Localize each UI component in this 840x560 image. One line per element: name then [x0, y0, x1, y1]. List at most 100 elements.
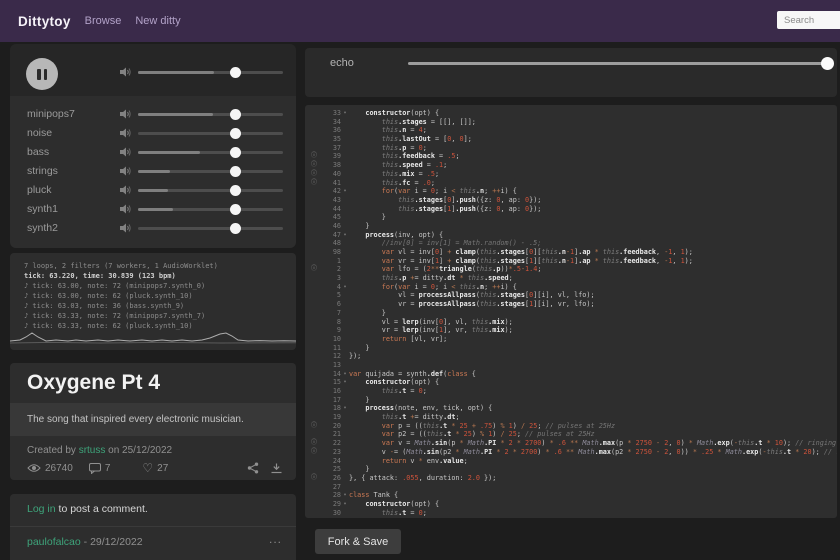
speaker-icon[interactable] — [120, 147, 132, 157]
editor-line[interactable]: 15 ▾ constructor(opt) { — [305, 378, 837, 387]
code-text[interactable]: for(var i = 0; i < this.n; ++i) { — [349, 283, 517, 292]
editor-line[interactable]: 14 ▾ var quijada = synth.def(class { — [305, 370, 837, 379]
fold-toggle-icon[interactable]: ▾ — [341, 231, 349, 240]
volume-knob[interactable] — [229, 109, 241, 120]
volume-slider[interactable] — [138, 219, 285, 238]
code-text[interactable]: vr = lerp(inv[1], vr, this.mix); — [349, 326, 513, 335]
code-text[interactable]: } — [349, 344, 369, 353]
code-text[interactable]: var vl = inv[0] + clamp(this.stages[0][t… — [349, 248, 693, 257]
editor-line[interactable]: 35 this.lastOut = [0, 0]; — [305, 135, 837, 144]
editor-line[interactable]: 29 ▾ constructor(opt) { — [305, 500, 837, 509]
editor-line[interactable]: ⓘ 26}, { attack: .055, duration: 2.0 }); — [305, 474, 837, 483]
editor-line[interactable]: 44 this.stages[1].push({z: 0, ap: 0}); — [305, 205, 837, 214]
code-text[interactable]: } — [349, 396, 369, 405]
editor-line[interactable]: ⓘ 20 var p = ((this.t * 25 + .75) % 1) / … — [305, 422, 837, 431]
code-text[interactable]: vl = processAllpass(this.stages[0][i], v… — [349, 291, 594, 300]
fold-toggle-icon[interactable]: ▾ — [341, 378, 349, 387]
editor-line[interactable]: 9 vr = lerp(inv[1], vr, this.mix); — [305, 326, 837, 335]
editor-line[interactable]: 11 } — [305, 344, 837, 353]
master-volume-slider[interactable] — [138, 63, 285, 82]
editor-line[interactable]: ⓘ 41 this.fc = .0; — [305, 179, 837, 188]
speaker-icon[interactable] — [120, 128, 132, 138]
volume-slider[interactable] — [138, 105, 285, 124]
editor-line[interactable]: ⓘ 23 v -= (Math.sin(p2 * Math.PI * 2 * 27… — [305, 448, 837, 457]
code-text[interactable]: return v * env.value; — [349, 457, 468, 466]
code-text[interactable]: } — [349, 213, 386, 222]
editor-line[interactable]: 27 — [305, 483, 837, 492]
volume-knob[interactable] — [229, 185, 241, 196]
app-logo[interactable]: Dittytoy — [18, 14, 71, 29]
volume-knob[interactable] — [229, 166, 241, 177]
code-text[interactable]: process(note, env, tick, opt) { — [349, 404, 492, 413]
fold-toggle-icon[interactable]: ▾ — [341, 370, 349, 379]
code-text[interactable]: } — [349, 222, 369, 231]
code-text[interactable]: var p2 = ((this.t * 25) % 1) / 25; // pu… — [349, 430, 595, 439]
editor-line[interactable]: 19 this.t += ditty.dt; — [305, 413, 837, 422]
fold-toggle-icon[interactable]: ▾ — [341, 491, 349, 500]
fold-toggle-icon[interactable]: ▾ — [341, 404, 349, 413]
editor-line[interactable]: 37 this.p = 0; — [305, 144, 837, 153]
code-text[interactable]: constructor(opt) { — [349, 500, 439, 509]
editor-line[interactable]: 7 } — [305, 309, 837, 318]
code-text[interactable]: var lfo = (2**triangle(this.p))*.5-1.4; — [349, 265, 542, 274]
code-text[interactable]: v -= (Math.sin(p2 * Math.PI * 2 * 2700) … — [349, 448, 837, 457]
code-text[interactable]: for(var i = 0; i < this.n; ++i) { — [349, 187, 517, 196]
editor-line[interactable]: 46 } — [305, 222, 837, 231]
nav-browse[interactable]: Browse — [85, 15, 122, 27]
volume-knob[interactable] — [229, 223, 241, 234]
search-input[interactable] — [777, 11, 840, 29]
speaker-icon[interactable] — [120, 109, 132, 119]
speaker-icon[interactable] — [120, 166, 132, 176]
download-icon[interactable] — [271, 463, 282, 474]
code-text[interactable]: this.n = 4; — [349, 126, 427, 135]
volume-slider[interactable] — [138, 181, 285, 200]
editor-line[interactable]: ⓘ 22 var v = Math.sin(p * Math.PI * 2 * 2… — [305, 439, 837, 448]
comment-menu-ellipsis[interactable]: ... — [269, 532, 282, 546]
code-text[interactable]: var p = ((this.t * 25 + .75) % 1) / 25; … — [349, 422, 615, 431]
code-text[interactable]: } — [349, 309, 386, 318]
volume-slider[interactable] — [138, 124, 285, 143]
author-link[interactable]: srtuss — [79, 445, 106, 456]
editor-line[interactable]: 48 //inv[0] = inv[1] = Math.random() - .… — [305, 239, 837, 248]
code-text[interactable]: }); — [349, 352, 361, 361]
code-text[interactable]: vr = processAllpass(this.stages[1][i], v… — [349, 300, 594, 309]
editor-line[interactable]: 43 this.stages[0].push({z: 0, ap: 0}); — [305, 196, 837, 205]
code-text[interactable]: class Tank { — [349, 491, 398, 500]
editor-line[interactable]: 1 var vr = inv[1] + clamp(this.stages[1]… — [305, 257, 837, 266]
comment-author-link[interactable]: paulofalcao — [27, 536, 81, 548]
editor-line[interactable]: 45 } — [305, 213, 837, 222]
fold-toggle-icon[interactable]: ▾ — [341, 187, 349, 196]
editor-line[interactable]: 12}); — [305, 352, 837, 361]
code-text[interactable]: vl = lerp(inv[0], vl, this.mix); — [349, 318, 513, 327]
code-text[interactable]: return [vl, vr]; — [349, 335, 447, 344]
editor-line[interactable]: 16 this.t = 0; — [305, 387, 837, 396]
editor-line[interactable]: 34 this.stages = [[], []]; — [305, 118, 837, 127]
code-text[interactable]: var v = Math.sin(p * Math.PI * 2 * 2700)… — [349, 439, 837, 448]
code-text[interactable]: this.feedback = .5; — [349, 152, 460, 161]
editor-line[interactable]: 30 this.t = 0; — [305, 509, 837, 518]
code-text[interactable]: this.p = 0; — [349, 144, 427, 153]
code-text[interactable]: this.stages[1].push({z: 0, ap: 0}); — [349, 205, 541, 214]
volume-slider[interactable] — [138, 143, 285, 162]
code-text[interactable]: this.lastOut = [0, 0]; — [349, 135, 472, 144]
volume-knob[interactable] — [229, 204, 241, 215]
code-text[interactable]: constructor(opt) { — [349, 378, 439, 387]
editor-line[interactable]: 28 ▾ class Tank { — [305, 491, 837, 500]
code-text[interactable]: process(inv, opt) { — [349, 231, 443, 240]
volume-knob[interactable] — [229, 128, 241, 139]
speaker-icon[interactable] — [120, 185, 132, 195]
editor-line[interactable]: 25 } — [305, 465, 837, 474]
share-icon[interactable] — [247, 462, 259, 474]
master-volume-knob[interactable] — [229, 67, 241, 78]
editor-line[interactable]: 42 ▾ for(var i = 0; i < this.n; ++i) { — [305, 187, 837, 196]
echo-slider[interactable] — [408, 52, 837, 74]
speaker-icon[interactable] — [120, 67, 132, 77]
speaker-icon[interactable] — [120, 223, 132, 233]
editor-line[interactable]: 18 ▾ process(note, env, tick, opt) { — [305, 404, 837, 413]
code-text[interactable]: this.mix = .5; — [349, 170, 439, 179]
editor-line[interactable]: 36 this.n = 4; — [305, 126, 837, 135]
code-text[interactable]: this.t = 0; — [349, 509, 427, 518]
editor-line[interactable]: 47 ▾ process(inv, opt) { — [305, 231, 837, 240]
code-editor[interactable]: 33 ▾ constructor(opt) {34 this.stages = [… — [305, 105, 837, 518]
fold-toggle-icon[interactable]: ▾ — [341, 500, 349, 509]
